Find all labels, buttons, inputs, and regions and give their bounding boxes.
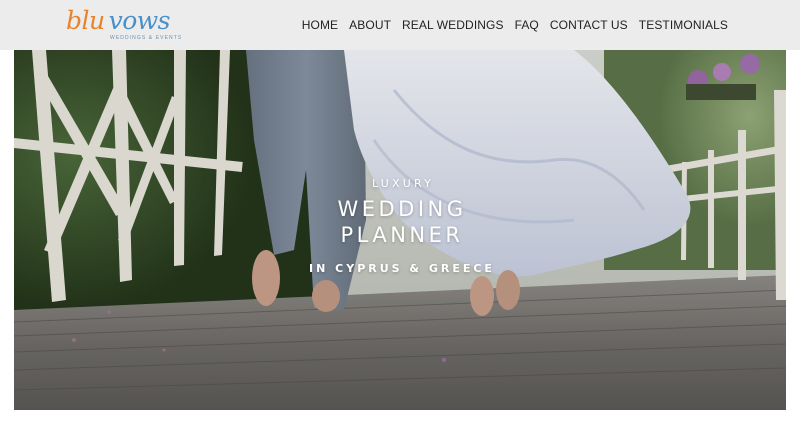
- hero-eyebrow: LUXURY: [371, 177, 435, 190]
- site-logo[interactable]: blu vows WEDDINGS & EVENTS: [66, 6, 182, 44]
- site-header: blu vows WEDDINGS & EVENTS HOME ABOUT REA…: [0, 0, 800, 50]
- nav-home[interactable]: HOME: [302, 18, 338, 32]
- nav-faq[interactable]: FAQ: [515, 18, 539, 32]
- nav-testimonials[interactable]: TESTIMONIALS: [639, 18, 728, 32]
- hero-title: WEDDING PLANNER: [14, 196, 786, 248]
- hero-title-line-2: PLANNER: [340, 223, 464, 247]
- main-nav: HOME ABOUT REAL WEDDINGS FAQ CONTACT US …: [302, 0, 728, 50]
- hero-title-line-1: WEDDING: [337, 197, 467, 221]
- logo-tagline: WEDDINGS & EVENTS: [110, 35, 183, 41]
- nav-contact-us[interactable]: CONTACT US: [550, 18, 628, 32]
- nav-about[interactable]: ABOUT: [349, 18, 391, 32]
- nav-real-weddings[interactable]: REAL WEDDINGS: [402, 18, 504, 32]
- hero-subtitle: IN CYPRUS & GREECE: [309, 262, 495, 275]
- logo-wordmark: blu vows: [66, 6, 171, 35]
- hero-banner: LUXURY WEDDING PLANNER IN CYPRUS & GREEC…: [14, 50, 786, 410]
